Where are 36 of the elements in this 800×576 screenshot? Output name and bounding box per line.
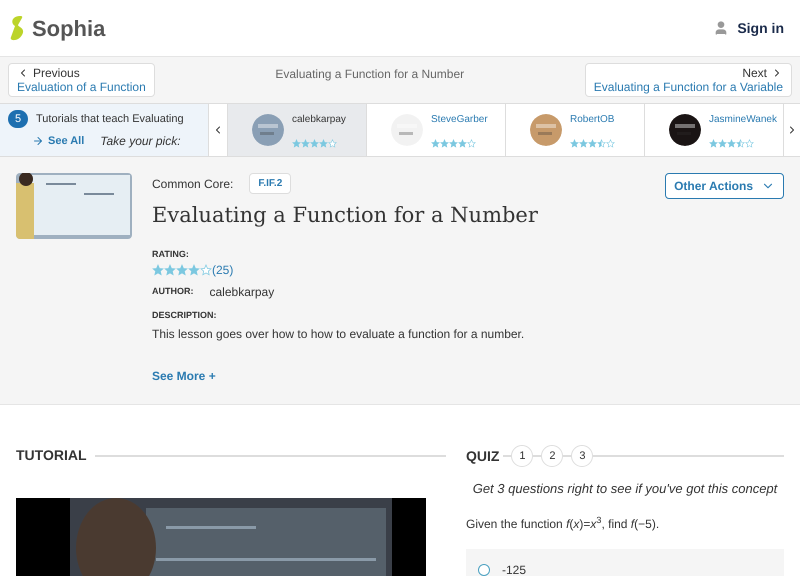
quiz-heading: QUIZ — [466, 446, 500, 466]
standard-tag[interactable]: F.IF.2 — [249, 173, 292, 194]
quiz-step: 2 — [541, 445, 564, 467]
lesson-title: Evaluating a Function for a Number — [275, 66, 464, 83]
quiz-step: 3 — [571, 445, 594, 467]
quiz-prompt: Get 3 questions right to see if you've got this concept — [472, 480, 779, 498]
author-name: JasmineWanek — [709, 113, 777, 127]
previous-button[interactable]: Previous Evaluation of a Function — [8, 63, 155, 97]
question-text: Given the function f(x)=x$^{3}$, find f(−5). — [466, 514, 660, 532]
rating-label: RATING: — [152, 248, 190, 260]
count-badge: 5 — [8, 110, 28, 128]
sign-in-button[interactable]: Sign in — [713, 18, 784, 38]
rating-count[interactable]: (25) — [212, 261, 234, 279]
tutorials-text: Tutorials that teach Evaluating — [36, 112, 184, 127]
other-actions-button[interactable]: Other Actions — [665, 173, 784, 199]
tutorial-card[interactable]: calebkarpay — [228, 104, 367, 156]
see-more-link[interactable]: See More + — [152, 366, 216, 384]
common-core-label: Common Core: — [152, 176, 234, 192]
author-name: calebkarpay — [210, 284, 274, 301]
answer-option: -125 — [502, 560, 526, 576]
author-name: calebkarpay — [292, 113, 346, 127]
author-name: SteveGarber — [431, 113, 488, 127]
author-label: AUTHOR: — [152, 285, 194, 298]
next-button[interactable]: Next Evaluating a Function for a Variable — [584, 63, 792, 97]
pick-text: Take your pick: — [100, 133, 181, 150]
logo-text[interactable]: Sophia — [32, 12, 106, 44]
description-label: DESCRIPTION: — [152, 309, 218, 322]
lesson-heading: Evaluating a Function for a Number — [152, 202, 539, 229]
description-text: This lesson goes over how to how to evaluate a function for a number. — [152, 326, 526, 342]
tutorial-heading: TUTORIAL — [16, 446, 87, 465]
arrow-right-icon — [32, 135, 44, 147]
radio-button[interactable] — [478, 564, 490, 576]
quiz-step: 1 — [511, 445, 534, 467]
user-icon — [713, 20, 730, 36]
author-name: RobertOB — [570, 113, 615, 127]
see-all-link[interactable]: See All — [32, 132, 84, 150]
